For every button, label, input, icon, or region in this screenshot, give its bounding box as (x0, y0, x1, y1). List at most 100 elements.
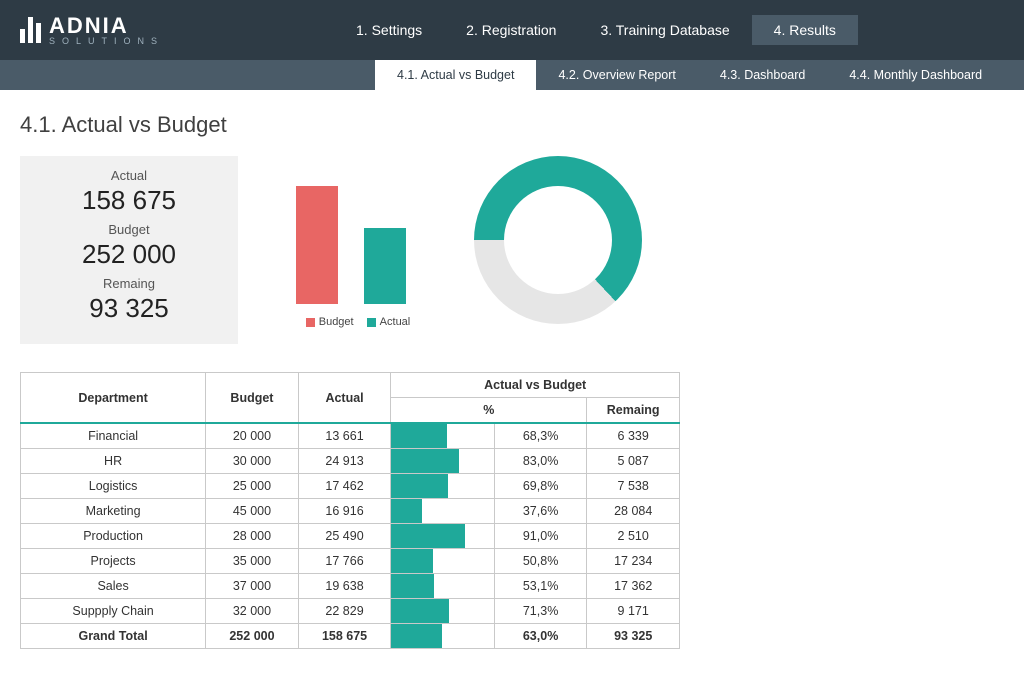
cell-pct-bar (391, 474, 494, 499)
kpi-card: Actual 158 675 Budget 252 000 Remaing 93… (20, 156, 238, 344)
kpi-budget-label: Budget (20, 222, 238, 237)
tab-overview-report[interactable]: 4.2. Overview Report (536, 60, 697, 90)
cell-actual: 22 829 (298, 599, 391, 624)
cell-pct: 83,0% (494, 449, 587, 474)
cell-remaining: 17 234 (587, 549, 680, 574)
nav-registration[interactable]: 2. Registration (444, 15, 578, 45)
cell-pct: 91,0% (494, 524, 587, 549)
donut-center-label: 63% (474, 156, 642, 324)
cell-budget: 32 000 (206, 599, 299, 624)
cell-remaining: 17 362 (587, 574, 680, 599)
table-row: Production28 00025 49091,0%2 510 (21, 524, 680, 549)
cell-actual: 19 638 (298, 574, 391, 599)
tab-dashboard[interactable]: 4.3. Dashboard (698, 60, 827, 90)
cell-actual: 17 462 (298, 474, 391, 499)
cell-budget: 25 000 (206, 474, 299, 499)
cell-pct: 69,8% (494, 474, 587, 499)
col-budget: Budget (206, 373, 299, 424)
cell-pct: 68,3% (494, 423, 587, 449)
cell-actual: 13 661 (298, 423, 391, 449)
cell-pct-bar (391, 549, 494, 574)
actual-vs-budget-table: Department Budget Actual Actual vs Budge… (20, 372, 680, 649)
cell-pct-bar (391, 624, 494, 649)
kpi-remain-value: 93 325 (20, 293, 238, 324)
table-row: Logistics25 00017 462 69,8%7 538 (21, 474, 680, 499)
page-title: 4.1. Actual vs Budget (20, 112, 1004, 138)
cell-pct: 71,3% (494, 599, 587, 624)
cell-budget: 30 000 (206, 449, 299, 474)
donut-ring-icon: 63% (474, 156, 642, 324)
tab-actual-vs-budget[interactable]: 4.1. Actual vs Budget (375, 60, 536, 90)
nav-results[interactable]: 4. Results (752, 15, 858, 45)
cell-budget: 28 000 (206, 524, 299, 549)
cell-actual: 16 916 (298, 499, 391, 524)
cell-budget: 37 000 (206, 574, 299, 599)
cell-remaining: 28 084 (587, 499, 680, 524)
donut-chart: 63% (474, 156, 642, 324)
table-row: Sales37 00019 63853,1%17 362 (21, 574, 680, 599)
brand-tagline: SOLUTIONS (49, 37, 164, 46)
table-row: Suppply Chain32 00022 829 71,3%9 171 (21, 599, 680, 624)
brand-logo: ADNIA SOLUTIONS (20, 15, 164, 46)
cell-budget: 252 000 (206, 624, 299, 649)
cell-pct-bar (391, 449, 494, 474)
nav-settings[interactable]: 1. Settings (334, 15, 444, 45)
table-row: Financial20 00013 661 68,3%6 339 (21, 423, 680, 449)
cell-remaining: 9 171 (587, 599, 680, 624)
cell-pct: 53,1% (494, 574, 587, 599)
cell-remaining: 7 538 (587, 474, 680, 499)
tab-monthly-dashboard[interactable]: 4.4. Monthly Dashboard (827, 60, 1004, 90)
cell-budget: 20 000 (206, 423, 299, 449)
cell-pct: 37,6% (494, 499, 587, 524)
cell-pct-bar (391, 423, 494, 449)
cell-pct-bar (391, 574, 494, 599)
page-body: 4.1. Actual vs Budget Actual 158 675 Bud… (0, 90, 1024, 649)
cell-budget: 35 000 (206, 549, 299, 574)
legend-swatch-actual-icon (367, 318, 376, 327)
bar-actual (364, 228, 406, 304)
cell-dep: Projects (21, 549, 206, 574)
cell-dep: Marketing (21, 499, 206, 524)
cell-dep: Financial (21, 423, 206, 449)
col-department: Department (21, 373, 206, 424)
cell-pct-bar (391, 599, 494, 624)
table-row: Marketing45 00016 916 37,6%28 084 (21, 499, 680, 524)
legend-actual-label: Actual (380, 316, 411, 328)
kpi-actual-label: Actual (20, 168, 238, 183)
table-row: HR30 00024 91383,0%5 087 (21, 449, 680, 474)
cell-dep: Suppply Chain (21, 599, 206, 624)
cell-pct: 50,8% (494, 549, 587, 574)
cell-budget: 45 000 (206, 499, 299, 524)
cell-remaining: 5 087 (587, 449, 680, 474)
nav-training-database[interactable]: 3. Training Database (578, 15, 751, 45)
cell-remaining: 2 510 (587, 524, 680, 549)
col-pct: % (391, 398, 587, 424)
cell-pct-bar (391, 499, 494, 524)
table-row: Projects35 00017 766 50,8%17 234 (21, 549, 680, 574)
brand-name: ADNIA (49, 15, 164, 37)
summary-row: Actual 158 675 Budget 252 000 Remaing 93… (20, 156, 1004, 344)
legend-swatch-budget-icon (306, 318, 315, 327)
kpi-budget-value: 252 000 (20, 239, 238, 270)
main-nav: 1. Settings 2. Registration 3. Training … (334, 15, 858, 45)
cell-actual: 158 675 (298, 624, 391, 649)
kpi-remain-label: Remaing (20, 276, 238, 291)
cell-dep: Logistics (21, 474, 206, 499)
subnav: 4.1. Actual vs Budget 4.2. Overview Repo… (0, 60, 1024, 90)
kpi-actual-value: 158 675 (20, 185, 238, 216)
topbar: ADNIA SOLUTIONS 1. Settings 2. Registrat… (0, 0, 1024, 60)
cell-actual: 17 766 (298, 549, 391, 574)
col-remaining: Remaing (587, 398, 680, 424)
bar-budget (296, 186, 338, 304)
col-actual: Actual (298, 373, 391, 424)
cell-dep: Grand Total (21, 624, 206, 649)
cell-remaining: 93 325 (587, 624, 680, 649)
cell-actual: 24 913 (298, 449, 391, 474)
col-group: Actual vs Budget (391, 373, 680, 398)
budget-actual-bar-chart: Budget Actual (248, 156, 458, 328)
cell-remaining: 6 339 (587, 423, 680, 449)
cell-pct: 63,0% (494, 624, 587, 649)
cell-dep: Production (21, 524, 206, 549)
bar-chart-legend: Budget Actual (248, 316, 458, 328)
legend-budget-label: Budget (319, 316, 354, 328)
